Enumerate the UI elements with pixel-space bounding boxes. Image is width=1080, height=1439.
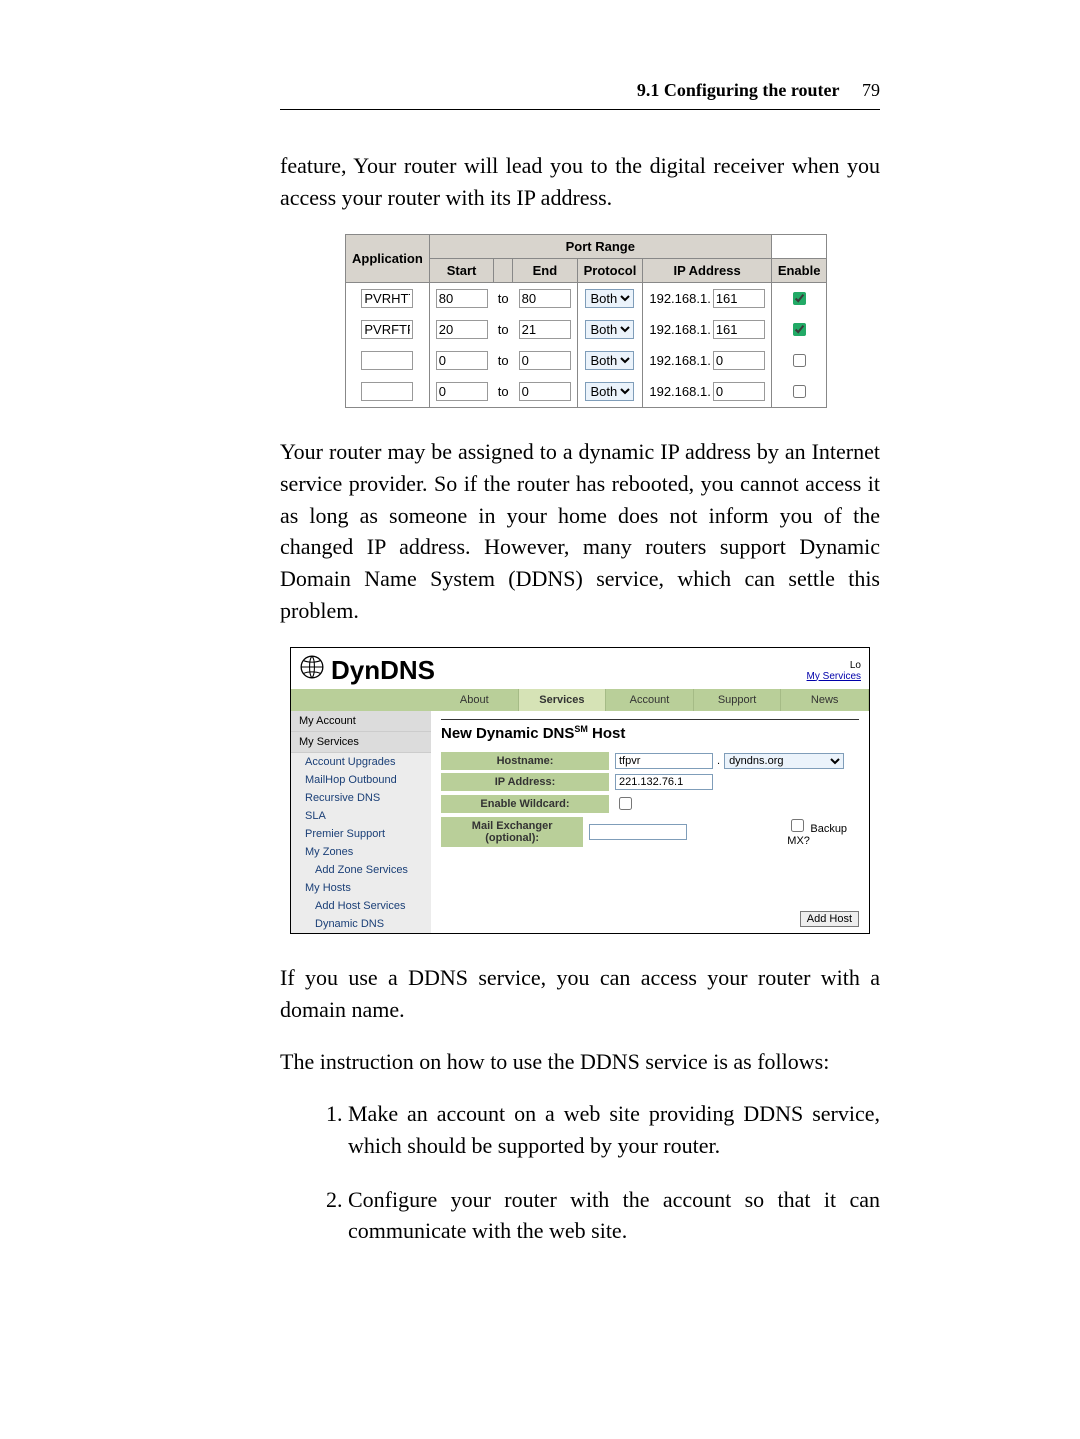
hostname-input[interactable] — [615, 753, 713, 769]
protocol-select[interactable]: Both — [585, 320, 634, 339]
ip-prefix: 192.168.1. — [649, 384, 710, 399]
sidebar-header-services[interactable]: My Services — [291, 732, 431, 753]
ip-prefix: 192.168.1. — [649, 322, 710, 337]
ip-prefix: 192.168.1. — [649, 291, 710, 306]
mx-input[interactable] — [589, 824, 687, 840]
enable-checkbox[interactable] — [793, 385, 806, 398]
start-port-input[interactable] — [436, 289, 488, 308]
sidebar-item[interactable]: SLA — [291, 807, 431, 825]
sidebar-item[interactable]: Premier Support — [291, 825, 431, 843]
mx-label: Mail Exchanger (optional): — [441, 817, 583, 847]
add-host-button[interactable]: Add Host — [800, 911, 859, 927]
my-services-link[interactable]: My Services — [807, 671, 861, 682]
wildcard-label: Enable Wildcard: — [441, 795, 609, 813]
tab-support[interactable]: Support — [694, 689, 782, 711]
port-range-figure: Application Port Range Start End Protoco… — [345, 234, 815, 408]
section-title: 9.1 Configuring the router — [637, 80, 840, 100]
col-end: End — [513, 258, 578, 282]
col-port-range-group: Port Range — [429, 234, 771, 258]
ip-suffix-input[interactable] — [713, 351, 765, 370]
start-port-input[interactable] — [436, 351, 488, 370]
application-input[interactable] — [361, 382, 413, 401]
tab-about[interactable]: About — [431, 689, 519, 711]
to-label: to — [494, 282, 513, 314]
sidebar-header-account[interactable]: My Account — [291, 711, 431, 732]
start-port-input[interactable] — [436, 320, 488, 339]
hostname-label: Hostname: — [441, 752, 609, 770]
sidebar-item[interactable]: Account Upgrades — [291, 753, 431, 771]
col-protocol: Protocol — [577, 258, 643, 282]
end-port-input[interactable] — [519, 289, 571, 308]
sidebar-item[interactable]: Add Zone Services — [291, 861, 431, 879]
col-ip: IP Address — [643, 258, 771, 282]
sidebar-item[interactable]: MailHop Outbound — [291, 771, 431, 789]
step-item: Make an account on a web site providing … — [348, 1098, 880, 1162]
col-start: Start — [429, 258, 494, 282]
sidebar-item[interactable]: My Zones — [291, 843, 431, 861]
domain-select[interactable]: dyndns.org — [724, 753, 844, 769]
dyndns-logo-text: DynDNS — [331, 655, 435, 686]
start-port-input[interactable] — [436, 382, 488, 401]
paragraph-1: feature, Your router will lead you to th… — [280, 150, 880, 214]
port-row: to Both 192.168.1. — [346, 376, 827, 408]
protocol-select[interactable]: Both — [585, 351, 634, 370]
enable-checkbox[interactable] — [793, 323, 806, 336]
protocol-select[interactable]: Both — [585, 382, 634, 401]
header-rule — [280, 109, 880, 110]
backup-mx-checkbox[interactable] — [791, 819, 804, 832]
protocol-select[interactable]: Both — [585, 289, 634, 308]
tab-services[interactable]: Services — [519, 689, 607, 711]
to-label: to — [494, 376, 513, 408]
ip-label: IP Address: — [441, 773, 609, 791]
tab-news[interactable]: News — [781, 689, 869, 711]
step-item: Configure your router with the account s… — [348, 1184, 880, 1248]
enable-checkbox[interactable] — [793, 354, 806, 367]
running-header: 9.1 Configuring the router 79 — [280, 80, 880, 101]
enable-checkbox[interactable] — [793, 292, 806, 305]
col-application: Application — [346, 234, 430, 282]
col-enable: Enable — [771, 258, 827, 282]
ip-suffix-input[interactable] — [713, 289, 765, 308]
page-number: 79 — [862, 80, 880, 100]
sidebar-item[interactable]: Dynamic DNS — [291, 915, 431, 933]
application-input[interactable] — [361, 351, 413, 370]
wildcard-checkbox[interactable] — [619, 797, 632, 810]
dyndns-logo: DynDNS — [299, 654, 435, 687]
application-input[interactable] — [361, 320, 413, 339]
globe-icon — [299, 654, 325, 687]
port-row: to Both 192.168.1. — [346, 345, 827, 376]
sidebar-item[interactable]: Recursive DNS — [291, 789, 431, 807]
to-label: to — [494, 314, 513, 345]
to-label: to — [494, 345, 513, 376]
ip-suffix-input[interactable] — [713, 320, 765, 339]
end-port-input[interactable] — [519, 351, 571, 370]
port-row: to Both 192.168.1. — [346, 282, 827, 314]
dyndns-figure: DynDNS Lo My Services AboutServicesAccou… — [290, 647, 870, 934]
dyndns-top-links: Lo My Services — [807, 660, 861, 682]
application-input[interactable] — [361, 289, 413, 308]
sidebar-item[interactable]: My Hosts — [291, 879, 431, 897]
ip-prefix: 192.168.1. — [649, 353, 710, 368]
paragraph-3: If you use a DDNS service, you can acces… — [280, 962, 880, 1026]
paragraph-4: The instruction on how to use the DDNS s… — [280, 1046, 880, 1078]
ip-input[interactable] — [615, 774, 713, 790]
ddns-steps: Make an account on a web site providing … — [320, 1098, 880, 1248]
tab-account[interactable]: Account — [606, 689, 694, 711]
ip-suffix-input[interactable] — [713, 382, 765, 401]
port-row: to Both 192.168.1. — [346, 314, 827, 345]
paragraph-2: Your router may be assigned to a dynamic… — [280, 436, 880, 627]
sidebar-item[interactable]: Add Host Services — [291, 897, 431, 915]
end-port-input[interactable] — [519, 382, 571, 401]
end-port-input[interactable] — [519, 320, 571, 339]
dyndns-page-title: New Dynamic DNSSM Host — [441, 724, 859, 742]
